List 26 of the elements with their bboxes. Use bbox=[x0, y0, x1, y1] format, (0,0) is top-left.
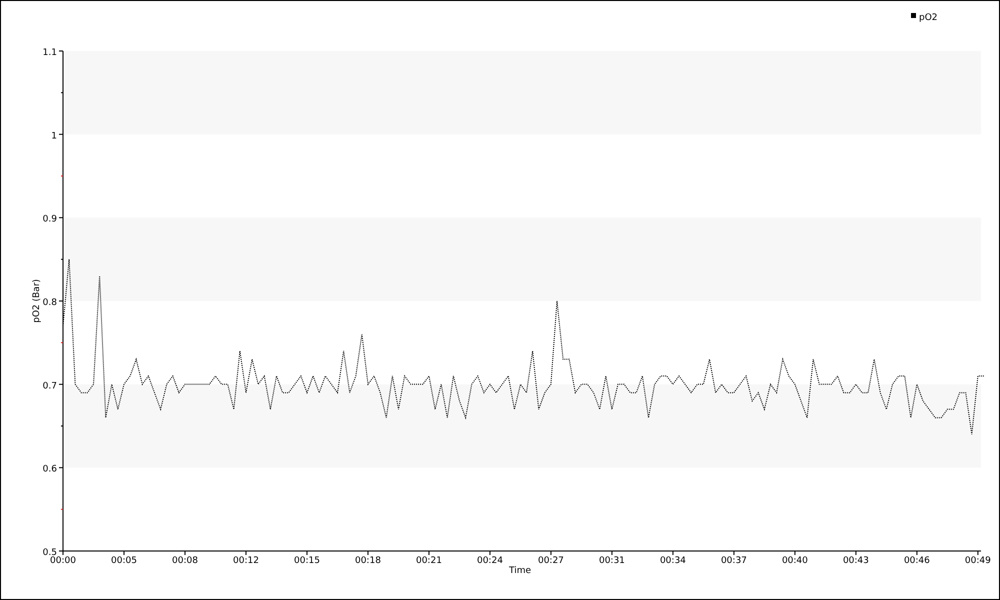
x-tick-label: 00:15 bbox=[294, 556, 320, 566]
x-tick-label: 00:43 bbox=[842, 556, 869, 566]
x-tick-label: 00:00 bbox=[50, 556, 76, 566]
x-tick-label: 00:49 bbox=[964, 556, 991, 566]
x-tick-label: 00:27 bbox=[538, 556, 564, 566]
y-tick-label: 0.7 bbox=[42, 381, 57, 392]
y-tick-label: 0.5 bbox=[42, 548, 57, 558]
y-tick-label: 0.6 bbox=[42, 464, 57, 475]
legend-label: pO2 bbox=[919, 13, 938, 23]
y-tick-label: 1.1 bbox=[42, 48, 57, 58]
x-tick-label: 00:37 bbox=[720, 556, 747, 566]
x-tick-label: 00:31 bbox=[598, 556, 625, 566]
x-tick-label: 00:12 bbox=[233, 556, 259, 566]
y-tick-label: 0.8 bbox=[42, 298, 57, 308]
x-tick-label: 00:34 bbox=[660, 556, 686, 566]
x-tick-label: 00:24 bbox=[476, 556, 503, 566]
x-tick-label: 00:05 bbox=[111, 556, 137, 566]
x-axis-title: Time bbox=[508, 566, 532, 576]
y-tick-label: 1 bbox=[51, 131, 57, 142]
x-tick-label: 00:08 bbox=[172, 556, 198, 566]
y-tick-label: 0.9 bbox=[42, 214, 57, 225]
x-tick-label: 00:18 bbox=[355, 556, 381, 566]
x-tick-label: 00:46 bbox=[904, 556, 930, 566]
y-axis-title: pO2 (Bar) bbox=[32, 279, 42, 323]
x-tick-label: 00:21 bbox=[416, 556, 442, 566]
x-tick-label: 00:40 bbox=[782, 556, 808, 566]
